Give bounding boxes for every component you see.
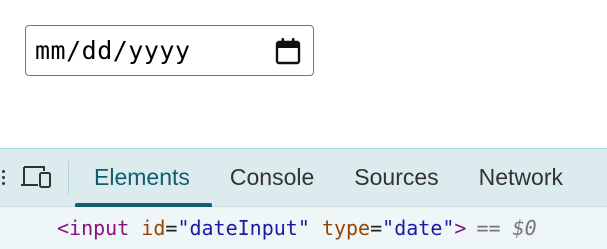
- attr-value-id: "dateInput": [177, 216, 310, 240]
- tab-label: Console: [229, 164, 315, 190]
- tab-label: Network: [478, 164, 563, 190]
- tab-label: Elements: [94, 164, 190, 190]
- tab-console[interactable]: Console: [210, 149, 334, 206]
- tag-open: <input: [57, 216, 130, 240]
- date-input[interactable]: mm/dd/yyyy: [25, 25, 314, 76]
- tab-network[interactable]: Network: [459, 149, 583, 206]
- selected-dom-node[interactable]: <input id = "dateInput" type = "date" > == $0: [0, 207, 607, 249]
- tab-label: Sources: [354, 164, 439, 190]
- attr-value-type: "date": [382, 216, 455, 240]
- tag-close: >: [454, 216, 467, 240]
- tab-elements[interactable]: Elements: [69, 149, 212, 207]
- attr-name-type: type: [321, 216, 371, 240]
- date-input-placeholder: mm/dd/yyyy: [35, 36, 191, 65]
- attr-name-id: id: [141, 216, 166, 240]
- device-toolbar-icon[interactable]: [6, 149, 68, 206]
- calendar-icon[interactable]: [273, 36, 303, 66]
- selection-reference: == $0: [476, 216, 537, 240]
- devtools-panel: Elements Console Sources Network <input …: [0, 148, 607, 249]
- devtools-tabbar: Elements Console Sources Network: [0, 149, 607, 207]
- tab-sources[interactable]: Sources: [334, 149, 458, 206]
